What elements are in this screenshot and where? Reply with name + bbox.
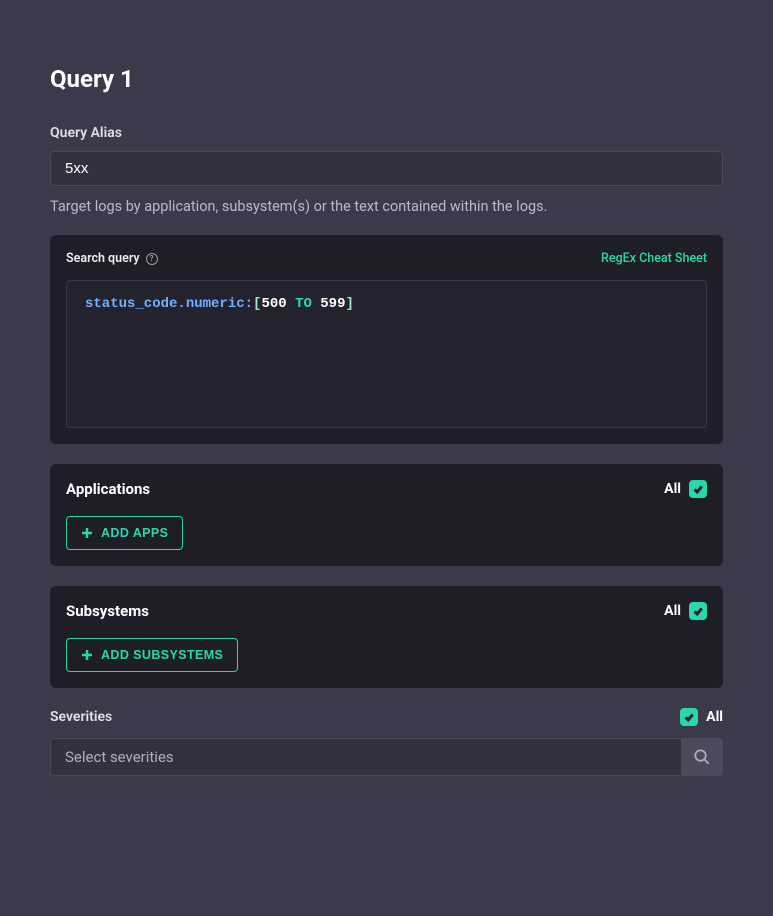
subsystems-title: Subsystems xyxy=(66,602,149,620)
subsystems-header: Subsystems All xyxy=(66,602,707,620)
search-query-header: Search query ? RegEx Cheat Sheet xyxy=(66,251,707,266)
subsystems-panel: Subsystems All ADD SUBSYSTEMS xyxy=(50,586,723,688)
search-query-label-text: Search query xyxy=(66,251,140,266)
search-icon xyxy=(693,748,711,766)
check-icon xyxy=(693,606,703,616)
plus-icon xyxy=(81,649,93,661)
query-alias-input[interactable] xyxy=(50,151,723,186)
query-token-num1: 500 xyxy=(261,296,286,312)
add-subsystems-button-label: ADD SUBSYSTEMS xyxy=(101,648,223,662)
check-icon xyxy=(684,712,694,722)
search-query-panel: Search query ? RegEx Cheat Sheet status_… xyxy=(50,235,723,444)
severities-all-wrapper: All xyxy=(680,708,723,726)
search-query-editor[interactable]: status_code.numeric:[500 TO 599] xyxy=(66,280,707,428)
severities-select[interactable]: Select severities xyxy=(50,738,723,776)
query-token-operator: TO xyxy=(295,296,312,312)
check-icon xyxy=(693,484,703,494)
applications-all-checkbox[interactable] xyxy=(689,480,707,498)
subsystems-all-checkbox[interactable] xyxy=(689,602,707,620)
severities-search-button[interactable] xyxy=(681,738,723,776)
regex-cheat-sheet-link[interactable]: RegEx Cheat Sheet xyxy=(601,251,707,266)
query-alias-label: Query Alias xyxy=(50,125,723,141)
help-icon[interactable]: ? xyxy=(146,253,158,265)
help-text: Target logs by application, subsystem(s)… xyxy=(50,198,723,215)
severities-select-wrapper: Select severities xyxy=(50,738,723,776)
severities-all-label: All xyxy=(706,709,723,725)
severities-header: Severities All xyxy=(50,708,723,726)
plus-icon xyxy=(81,527,93,539)
applications-panel: Applications All ADD APPS xyxy=(50,464,723,566)
subsystems-all-label: All xyxy=(664,603,681,619)
applications-all-wrapper: All xyxy=(664,480,707,498)
query-token-bracket-close: ] xyxy=(346,296,354,312)
severities-all-checkbox[interactable] xyxy=(680,708,698,726)
add-subsystems-button[interactable]: ADD SUBSYSTEMS xyxy=(66,638,238,672)
query-token-num2: 599 xyxy=(320,296,345,312)
applications-header: Applications All xyxy=(66,480,707,498)
add-apps-button-label: ADD APPS xyxy=(101,526,168,540)
applications-all-label: All xyxy=(664,481,681,497)
add-apps-button[interactable]: ADD APPS xyxy=(66,516,183,550)
severities-group: Severities All Select severities xyxy=(50,708,723,776)
page-title: Query 1 xyxy=(50,65,723,93)
query-token-field: status_code.numeric: xyxy=(85,296,253,312)
search-query-label: Search query ? xyxy=(66,251,158,266)
applications-title: Applications xyxy=(66,480,150,498)
subsystems-all-wrapper: All xyxy=(664,602,707,620)
severities-title: Severities xyxy=(50,709,112,725)
